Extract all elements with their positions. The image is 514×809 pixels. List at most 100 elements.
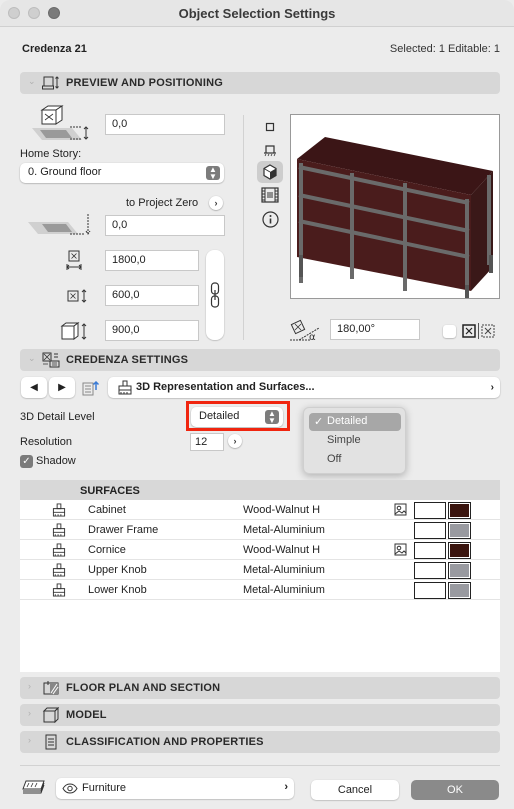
section-model[interactable]: › MODEL [20, 704, 500, 726]
ok-button[interactable]: OK [411, 780, 499, 800]
checkmark-icon: ✓ [314, 416, 324, 428]
object-name: Credenza 21 [22, 43, 87, 55]
material-color-swatch[interactable] [448, 582, 471, 599]
section-floor-plan-and-section[interactable]: › FLOOR PLAN AND SECTION [20, 677, 500, 699]
chain-link-icon [210, 282, 220, 308]
material-override-field[interactable] [414, 502, 446, 519]
surface-material[interactable]: Metal-Aluminium [243, 584, 325, 596]
surface-material[interactable]: Wood-Walnut H [243, 504, 320, 516]
view-info-button[interactable] [257, 209, 283, 231]
model-cube-icon [42, 707, 60, 723]
reference-level-label: to Project Zero [126, 197, 199, 209]
footer-divider [20, 765, 500, 766]
material-override-field[interactable] [414, 582, 446, 599]
previous-page-button[interactable]: ◀ [21, 377, 47, 398]
elevation-to-story-input[interactable]: 0,0 [105, 114, 225, 135]
material-override-field[interactable] [414, 562, 446, 579]
surface-material[interactable]: Metal-Aluminium [243, 524, 325, 536]
surface-row[interactable]: Upper Knob Metal-Aluminium [20, 560, 500, 580]
brush-icon [52, 503, 66, 517]
elevation-to-story-icon [32, 105, 89, 140]
next-page-button[interactable]: ▶ [49, 377, 75, 398]
section-title: PREVIEW AND POSITIONING [66, 77, 223, 89]
parameter-page-value: 3D Representation and Surfaces... [136, 381, 315, 393]
shadow-checkbox[interactable]: ✓ [20, 455, 33, 468]
export-parameters-icon[interactable] [82, 380, 100, 396]
section-classification-and-properties[interactable]: › CLASSIFICATION AND PROPERTIES [20, 731, 500, 753]
menu-item-detailed[interactable]: ✓ Detailed [309, 413, 401, 431]
surface-row[interactable]: Drawer Frame Metal-Aluminium [20, 520, 500, 540]
view-floor-plan-button[interactable] [257, 117, 283, 139]
cancel-button[interactable]: Cancel [311, 780, 399, 800]
view-3d-button[interactable] [257, 161, 283, 183]
rotation-angle-icon: α [290, 319, 320, 343]
resolution-button[interactable]: › [228, 434, 242, 448]
surfaces-table-header: SURFACES [20, 480, 500, 500]
reference-level-button[interactable]: › [209, 196, 223, 210]
link-proportions-toggle[interactable] [206, 250, 224, 340]
menu-item-simple[interactable]: Simple [309, 432, 401, 450]
surface-row[interactable]: Cornice Wood-Walnut H [20, 540, 500, 560]
depth-icon [67, 289, 87, 303]
section-preview-and-positioning[interactable]: ⌄ PREVIEW AND POSITIONING [20, 72, 500, 94]
layers-icon [22, 780, 45, 794]
shadow-label: Shadow [36, 455, 76, 467]
resolution-label: Resolution [20, 436, 72, 448]
material-color-swatch[interactable] [448, 522, 471, 539]
material-override-field[interactable] [414, 542, 446, 559]
brush-icon [52, 563, 66, 577]
brush-icon [118, 380, 132, 395]
depth-input[interactable]: 600,0 [105, 285, 199, 306]
object-preview[interactable] [290, 114, 500, 327]
surface-material[interactable]: Metal-Aluminium [243, 564, 325, 576]
material-color-swatch[interactable] [448, 542, 471, 559]
section-credenza-settings[interactable]: ⌄ CREDENZA SETTINGS [20, 349, 500, 371]
rotation-angle-input[interactable]: 180,00° [330, 319, 420, 340]
width-input[interactable]: 1800,0 [105, 250, 199, 271]
surface-row[interactable]: Lower Knob Metal-Aluminium [20, 580, 500, 600]
svg-text:α: α [309, 332, 316, 343]
surface-name: Cornice [88, 544, 126, 556]
chevron-right-icon: › [28, 681, 31, 691]
chevron-right-icon: › [284, 781, 288, 793]
surface-row[interactable]: Cabinet Wood-Walnut H [20, 500, 500, 520]
document-icon [45, 734, 57, 750]
chevron-right-icon: › [28, 735, 31, 745]
texture-icon[interactable] [394, 503, 407, 516]
home-story-select[interactable]: 0. Ground floor ▲ ▼ [20, 163, 224, 183]
home-story-label: Home Story: [20, 148, 82, 160]
surface-material[interactable]: Wood-Walnut H [243, 544, 320, 556]
width-icon [66, 250, 82, 270]
highlight-annotation [186, 401, 290, 431]
chevron-down-icon: ⌄ [28, 76, 36, 86]
resolution-input[interactable]: 12 [190, 433, 224, 451]
menu-item-off[interactable]: Off [309, 451, 401, 469]
surface-name: Drawer Frame [88, 524, 159, 536]
chevron-down-icon: ⌄ [28, 353, 36, 363]
mirrored-icon [462, 324, 476, 338]
brush-icon [52, 583, 66, 597]
surfaces-table: SURFACES Cabinet Wood-Walnut H Drawer Fram… [20, 480, 500, 672]
material-color-swatch[interactable] [448, 562, 471, 579]
detail-level-label: 3D Detail Level [20, 411, 95, 423]
surface-name: Upper Knob [88, 564, 147, 576]
surface-name: Cabinet [88, 504, 126, 516]
view-elevation-button[interactable] [257, 184, 283, 206]
material-color-swatch[interactable] [448, 502, 471, 519]
texture-icon[interactable] [394, 543, 407, 556]
height-input[interactable]: 900,0 [105, 320, 199, 341]
elevation-to-reference-input[interactable]: 0,0 [105, 215, 225, 236]
layer-select[interactable]: Furniture › [56, 778, 294, 799]
mirror-axis-icon [481, 324, 495, 338]
preview-positioning-icon [42, 76, 59, 90]
material-override-field[interactable] [414, 522, 446, 539]
object-selection-settings-dialog: Object Selection Settings Credenza 21 Se… [0, 0, 514, 809]
parameter-page-select[interactable]: 3D Representation and Surfaces... › [108, 377, 500, 398]
eye-icon [62, 783, 78, 794]
chevron-right-icon: › [490, 382, 494, 393]
surface-name: Lower Knob [88, 584, 147, 596]
view-section-button[interactable] [257, 139, 283, 161]
parameters-icon [42, 352, 60, 368]
parameter-page-navigation: ◀ ▶ 3D Representation and Surfaces... › [20, 377, 500, 399]
mirror-checkbox[interactable] [443, 325, 456, 338]
